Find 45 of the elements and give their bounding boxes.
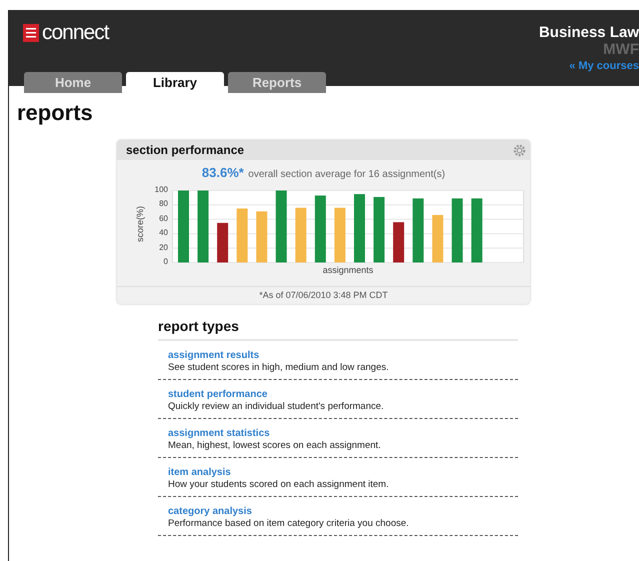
y-tick-label: 100 — [154, 186, 168, 194]
score-bar — [217, 222, 228, 262]
score-bar — [432, 214, 444, 262]
course-title: Business Law — [538, 24, 639, 41]
score-bar — [198, 190, 209, 262]
score-bar — [314, 196, 326, 262]
y-tick-label: 40 — [159, 229, 168, 238]
report-description: See student scores in high, medium and low ranges. — [168, 362, 390, 373]
y-tick-label: 80 — [159, 200, 168, 208]
report-link[interactable]: category analysis — [168, 506, 508, 517]
course-section: MWF — [603, 41, 639, 58]
score-bar — [236, 208, 248, 262]
page-title: reports — [17, 100, 94, 126]
score-bar — [393, 222, 404, 262]
nav-tab[interactable]: Reports — [228, 72, 326, 93]
nav-tab[interactable]: Library — [126, 72, 224, 93]
publisher-logo-icon — [23, 24, 39, 42]
average-score: 83.6%* — [202, 165, 244, 180]
nav-tab[interactable]: Home — [24, 72, 122, 93]
my-courses-link[interactable]: « My courses — [569, 60, 639, 72]
report-description: Mean, highest, lowest scores on each assignment. — [168, 440, 382, 451]
report-description: How your students scored on each assignment item. — [168, 479, 390, 490]
y-tick-label: 60 — [159, 214, 168, 223]
footnote: *As of 07/06/2010 3:48 PM CDT — [259, 290, 388, 300]
average-caption: overall section average for 16 assignment(s) — [248, 169, 446, 180]
report-link[interactable]: assignment results — [168, 350, 508, 361]
score-bar — [374, 196, 385, 262]
score-bar — [178, 190, 189, 262]
y-tick-label: 0 — [164, 258, 168, 266]
report-description: Quickly review an individual student's performance. — [168, 401, 385, 412]
score-bar — [276, 190, 287, 262]
section-heading: report types — [158, 318, 518, 341]
logo-text: connect — [42, 22, 109, 44]
report-link[interactable]: item analysis — [168, 467, 508, 478]
report-link[interactable]: student performance — [168, 389, 508, 400]
score-bar — [256, 211, 268, 262]
y-axis-label: score(%) — [135, 206, 146, 242]
score-bar — [412, 198, 424, 262]
y-tick-label: 20 — [159, 244, 168, 252]
report-description: Performance based on item category criteria you choose. — [168, 518, 410, 529]
card-title: section performance — [126, 143, 244, 157]
score-bar — [354, 194, 365, 262]
settings-icon[interactable] — [513, 144, 526, 156]
report-link[interactable]: assignment statistics — [168, 428, 508, 439]
x-axis-label: assignments — [322, 265, 374, 275]
